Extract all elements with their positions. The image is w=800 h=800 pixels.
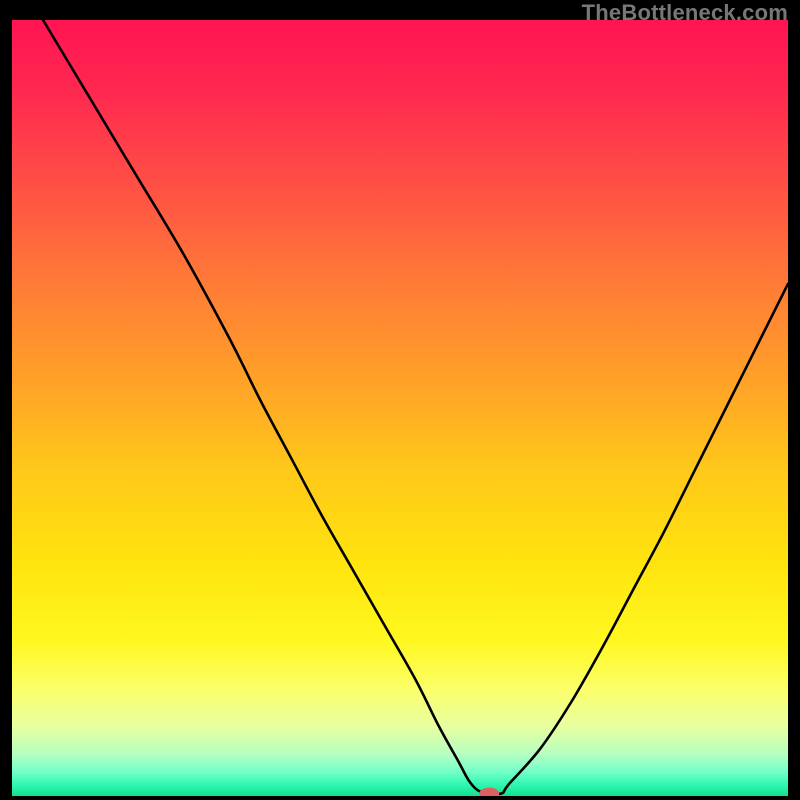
chart-frame — [12, 20, 788, 796]
gradient-background — [12, 20, 788, 796]
bottleneck-chart — [12, 20, 788, 796]
